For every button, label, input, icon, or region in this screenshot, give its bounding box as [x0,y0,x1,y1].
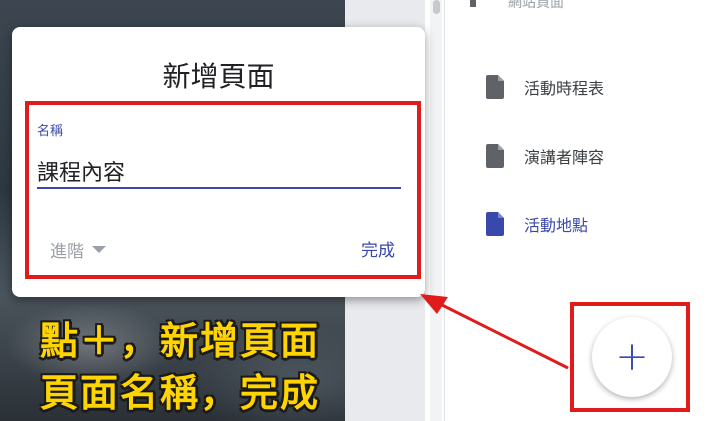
sidebar-item-schedule[interactable]: 活動時程表 [486,72,604,102]
annotation-caption-line2: 頁面名稱，完成 [40,371,321,415]
scrollbar-thumb[interactable] [433,0,440,14]
document-icon [486,75,504,99]
document-icon [486,144,504,168]
page-icon [470,0,476,7]
sidebar-item-label: 演講者陣容 [524,148,605,167]
sidebar-item-label: 活動時程表 [524,79,605,98]
annotation-caption-line1: 點＋，新增頁面 [40,319,321,363]
dialog-highlight-box [25,101,421,279]
sidebar-item-speakers[interactable]: 演講者陣容 [486,141,604,171]
document-icon [486,212,504,236]
sidebar-item-label: 網站頁面 [508,0,564,11]
sidebar-item-label: 活動地點 [524,216,589,235]
sidebar-item-venue[interactable]: 活動地點 [486,209,588,239]
dialog-title: 新增頁面 [162,60,275,93]
fab-highlight-box [570,302,690,412]
scrollbar-track[interactable] [430,0,442,421]
sidebar-item-cutoff[interactable]: 網站頁面 [470,0,564,12]
